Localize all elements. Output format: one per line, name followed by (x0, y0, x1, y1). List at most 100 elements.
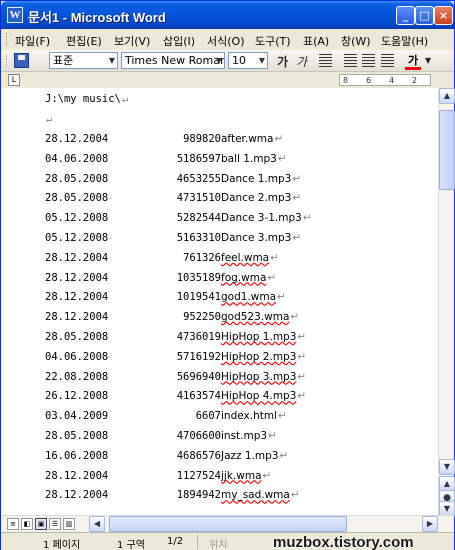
italic-button[interactable]: 가 (296, 53, 307, 70)
normal-view-icon[interactable]: ≡ (7, 518, 19, 530)
vertical-scrollbar[interactable]: ▲ ▼ ▲ ● ▼ (438, 88, 455, 517)
font-size-dropdown[interactable]: 10 ▼ (228, 52, 268, 69)
file-size: 989820 (183, 133, 221, 145)
chevron-down-icon[interactable]: ▼ (425, 56, 431, 65)
style-value: 표준 (53, 54, 74, 67)
file-name-text: ball 1.mp3 (221, 152, 277, 165)
file-size: 5282544 (176, 212, 221, 225)
file-name-text: inst.mp3 (221, 430, 268, 442)
file-name-text: Jazz 1.mp3 (221, 449, 279, 462)
ruler-tick: 4 (389, 76, 395, 85)
paragraph-mark: ↵ (277, 152, 287, 165)
title-bar[interactable]: W 문서1 - Microsoft Word _ □ × (1, 1, 454, 29)
scroll-right-icon[interactable]: ▶ (422, 516, 438, 532)
save-icon[interactable] (14, 53, 29, 68)
print-view-icon[interactable]: ▣ (35, 518, 47, 530)
minimize-button[interactable]: _ (396, 6, 415, 25)
document-area[interactable]: J:\my music\↵ ↵ 28.12.2004 989820 after.wm… (1, 88, 438, 515)
outline-view-icon[interactable]: ☰ (49, 518, 61, 530)
ruler-tick: 8 (343, 76, 349, 85)
bullet-list-icon[interactable] (362, 54, 375, 67)
menu-view[interactable]: 보기(V) (114, 33, 150, 49)
word-app-icon[interactable]: W (7, 7, 23, 23)
file-name: HipHop 3.mp3↵ (221, 371, 306, 383)
menu-window[interactable]: 창(W) (341, 33, 371, 49)
paragraph-mark: ↵ (268, 430, 277, 442)
file-date: 26.12.2008 (45, 390, 109, 403)
style-dropdown[interactable]: 표준 ▼ (49, 52, 118, 69)
toolbar-grip-handle[interactable] (6, 54, 9, 67)
menu-file[interactable]: 파일(F) (15, 33, 50, 49)
watermark-text: muzbox.tistory.com (273, 534, 414, 550)
status-bar: 1 페이지 1 구역 1/2 위치 muzbox.tistory.com (1, 532, 454, 550)
paragraph-mark: ↵ (46, 113, 53, 125)
file-name: index.html↵ (221, 410, 287, 422)
menu-grip-handle[interactable] (6, 33, 9, 46)
menu-edit[interactable]: 편집(E) (66, 33, 102, 49)
file-name-text: fog.wma (221, 271, 267, 284)
file-size: 4736019 (176, 331, 221, 343)
file-name-text: god523.wma (221, 311, 290, 324)
menu-help[interactable]: 도움말(H) (381, 33, 428, 49)
file-size: 6607 (195, 410, 221, 423)
scroll-left-icon[interactable]: ◀ (89, 516, 105, 532)
formatting-toolbar: 표준 ▼ Times New Roman ▼ 10 ▼ 가 가 가 ▼ (1, 50, 454, 72)
menu-bar: 파일(F) 편집(E) 보기(V) 삽입(I) 서식(O) 도구(T) 표(A)… (1, 29, 454, 50)
align-center-icon[interactable] (319, 54, 332, 67)
file-name: jjk.wma↵ (221, 470, 271, 482)
paragraph-mark: ↵ (297, 390, 307, 403)
horizontal-scrollbar: ≡ ◧ ▣ ☰ ▥ ◀ ▶ (1, 515, 454, 532)
file-name: god523.wma↵ (221, 311, 299, 323)
close-button[interactable]: × (434, 6, 453, 25)
tab-selector[interactable]: L (8, 74, 20, 86)
file-name: ball 1.mp3↵ (221, 153, 287, 165)
menu-tools[interactable]: 도구(T) (255, 33, 291, 49)
file-size: 4686576 (176, 449, 221, 462)
file-name: Dance 3.mp3↵ (221, 232, 301, 244)
paragraph-mark: ↵ (290, 489, 300, 502)
status-divider (197, 535, 198, 549)
file-date: 28.12.2004 (45, 133, 109, 145)
web-view-icon[interactable]: ◧ (21, 518, 33, 530)
file-size: 5163310 (176, 232, 221, 244)
file-date: 04.06.2008 (45, 350, 109, 363)
paragraph-mark: ↵ (277, 410, 287, 423)
horizontal-scroll-thumb[interactable] (109, 516, 347, 532)
status-section: 1 구역 (117, 540, 145, 550)
file-name: god1.wma↵ (221, 291, 286, 303)
path-text: J:\my music\ (45, 93, 121, 105)
menu-table[interactable]: 표(A) (303, 33, 329, 49)
file-date: 28.05.2008 (45, 430, 109, 442)
bold-button[interactable]: 가 (277, 53, 288, 70)
status-page: 1 페이지 (43, 540, 81, 550)
paragraph-mark: ↵ (270, 251, 279, 264)
paragraph-mark: ↵ (302, 212, 312, 225)
paragraph-mark: ↵ (277, 291, 286, 304)
menu-format[interactable]: 서식(O) (207, 33, 244, 49)
scroll-up-icon[interactable]: ▲ (439, 88, 455, 104)
menu-insert[interactable]: 삽입(I) (163, 33, 195, 49)
numbered-list-icon[interactable] (344, 54, 357, 67)
maximize-button[interactable]: □ (415, 6, 434, 25)
file-size: 4653255 (176, 172, 221, 185)
reading-view-icon[interactable]: ▥ (63, 518, 75, 530)
file-name: my_sad.wma↵ (221, 489, 300, 501)
decrease-indent-icon[interactable] (381, 54, 394, 67)
status-position: 위치 (209, 540, 228, 550)
file-date: 28.12.2004 (45, 251, 109, 264)
file-name-text: feel.wma (221, 251, 270, 264)
path-line: J:\my music\↵ (45, 93, 128, 111)
file-name-text: my_sad.wma (221, 489, 290, 502)
chevron-down-icon: ▼ (108, 56, 115, 65)
file-date: 28.12.2004 (45, 271, 109, 284)
file-date: 03.04.2009 (45, 410, 109, 423)
vertical-scroll-thumb[interactable] (439, 110, 455, 190)
file-name-text: HipHop 4.mp3 (221, 390, 297, 403)
scroll-down-icon[interactable]: ▼ (439, 459, 455, 475)
paragraph-mark: ↵ (290, 311, 300, 324)
file-name-text: jjk.wma (221, 469, 262, 482)
horizontal-ruler[interactable]: 8 6 4 2 (339, 74, 431, 86)
file-name: HipHop 2.mp3↵ (221, 351, 306, 363)
file-size: 5186597 (176, 152, 221, 165)
font-dropdown[interactable]: Times New Roman ▼ (121, 52, 225, 69)
